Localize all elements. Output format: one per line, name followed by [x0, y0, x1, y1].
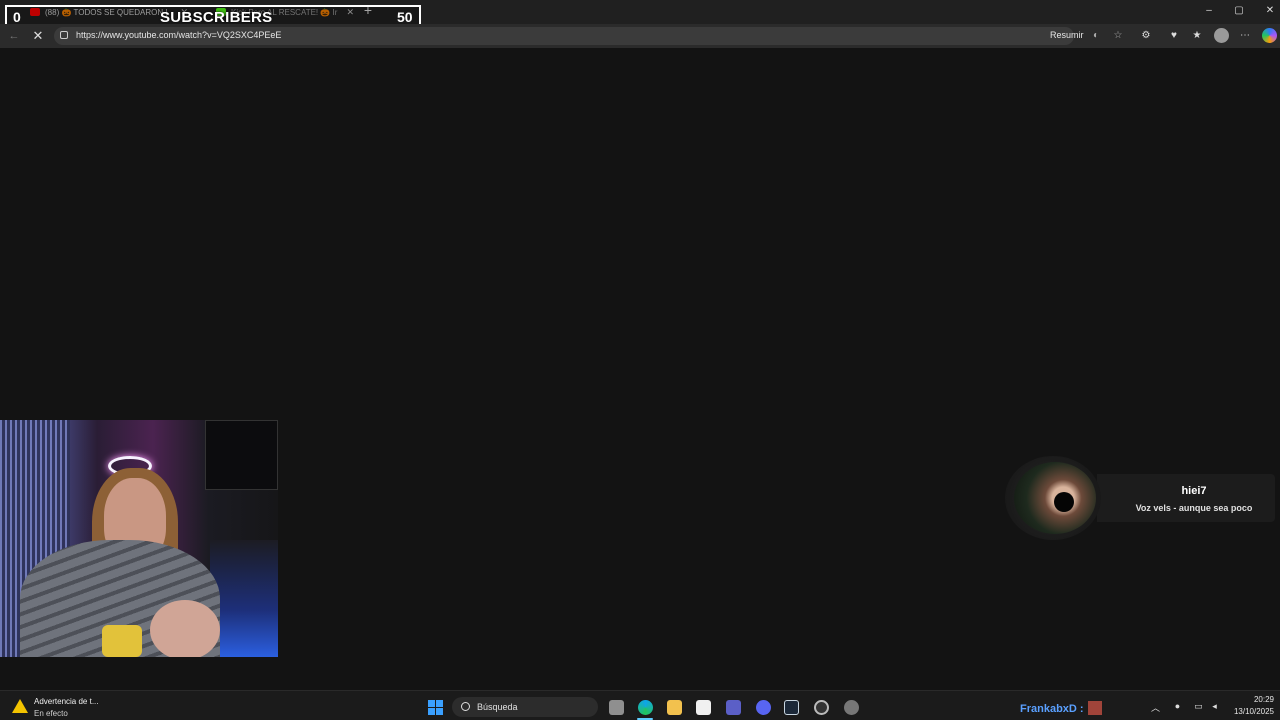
summarize-button[interactable]: Resumir [1050, 30, 1084, 40]
alert-message: Voz vels - aunque sea poco [1135, 503, 1253, 513]
viewer-avatar-icon [1088, 701, 1102, 715]
more-icon[interactable]: ⋯ [1238, 29, 1252, 43]
favorites-icon[interactable]: ★ [1190, 29, 1204, 43]
edge-icon[interactable] [638, 700, 653, 715]
screen: (88) 🎃 TODOS SE QUEDARON | ✕ Kick Pero A… [0, 0, 1280, 720]
back-button[interactable]: ← [6, 28, 22, 44]
warning-icon[interactable] [12, 699, 28, 713]
alert-avatar [1014, 462, 1096, 534]
minimize-button[interactable]: – [1197, 3, 1221, 19]
profile-icon[interactable] [1214, 28, 1229, 43]
teams-icon[interactable] [726, 700, 741, 715]
notification-subtitle: En efecto [34, 709, 68, 718]
webcam-person-knee [150, 600, 220, 657]
address-bar[interactable]: https://www.youtube.com/watch?v=VQ2SXC4P… [54, 27, 1122, 45]
subscriber-goal-max: 50 [397, 9, 413, 25]
maximize-button[interactable]: ▢ [1227, 3, 1251, 19]
discord-icon[interactable] [756, 700, 771, 715]
subscriber-goal-min: 0 [13, 9, 21, 25]
close-window-button[interactable]: ✕ [1258, 3, 1280, 19]
clock-date[interactable]: 13/10/2025 [1230, 707, 1274, 716]
extensions-icon[interactable]: ⚙ [1139, 29, 1153, 43]
volume-icon[interactable]: ◂ [1209, 701, 1220, 712]
chat-alert: hiei7 Voz vels - aunque sea poco [1005, 456, 1275, 540]
task-view-icon[interactable] [609, 700, 624, 715]
copilot-icon[interactable] [1262, 28, 1277, 43]
stream-viewer-name: FrankabxD : [1020, 703, 1084, 715]
webcam-blue-light [210, 540, 278, 657]
stop-loading-button[interactable]: ✕ [30, 28, 46, 44]
site-info-icon[interactable] [60, 31, 68, 39]
url-text[interactable]: https://www.youtube.com/watch?v=VQ2SXC4P… [76, 30, 281, 40]
alert-avatar-ring [1005, 456, 1101, 540]
performance-icon[interactable]: ♥ [1167, 29, 1181, 43]
alert-username: hiei7 [1181, 485, 1207, 497]
webcam-drink-glass [102, 625, 142, 657]
microphone-icon[interactable]: ● [1172, 701, 1183, 712]
alert-avatar-dot [1054, 492, 1074, 512]
alert-card: hiei7 Voz vels - aunque sea poco [1097, 474, 1275, 522]
notification-title[interactable]: Advertencia de t... [34, 697, 98, 706]
network-icon[interactable]: ▭ [1193, 701, 1204, 712]
webcam-feed [0, 420, 278, 657]
taskbar-search[interactable]: Búsqueda [452, 697, 598, 717]
store-icon[interactable] [696, 700, 711, 715]
address-bar-row: ← ✕ https://www.youtube.com/watch?v=VQ2S… [0, 24, 1280, 48]
webcam-background-window [205, 420, 278, 490]
clock-time[interactable]: 20:29 [1236, 695, 1274, 704]
steam-icon[interactable] [784, 700, 799, 715]
obs-icon[interactable] [814, 700, 829, 715]
favorite-star-icon[interactable]: ☆ [1112, 30, 1124, 42]
settings-gear-icon[interactable] [844, 700, 859, 715]
windows-start-icon[interactable] [428, 700, 443, 715]
taskbar: Advertencia de t... En efecto Búsqueda F… [0, 690, 1280, 720]
file-explorer-icon[interactable] [667, 700, 682, 715]
search-icon [461, 702, 470, 711]
tray-chevron-icon[interactable]: ︿ [1151, 701, 1160, 714]
read-aloud-icon[interactable]: ◐ [1090, 30, 1102, 42]
search-placeholder: Búsqueda [477, 702, 518, 712]
